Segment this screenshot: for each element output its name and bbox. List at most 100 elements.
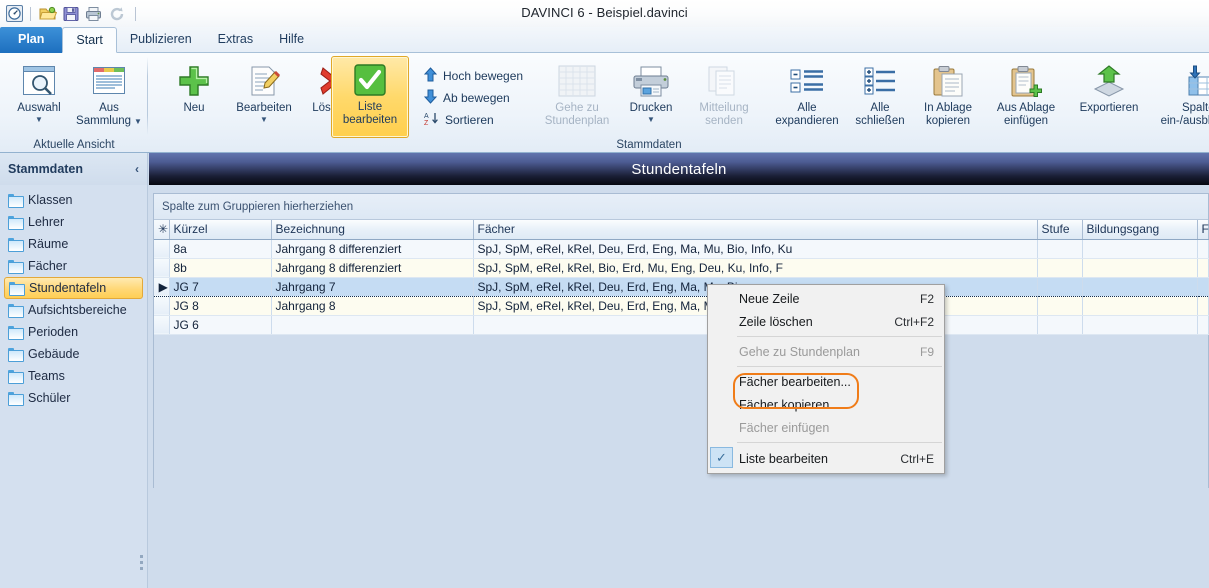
- cell-bezeichnung[interactable]: Jahrgang 7: [271, 276, 474, 297]
- column-header-bildungsgang[interactable]: Bildungsgang: [1082, 220, 1198, 240]
- cell-kuerzel[interactable]: JG 6: [169, 315, 272, 335]
- tab-publizieren[interactable]: Publizieren: [117, 27, 205, 53]
- cell-bildungsgang[interactable]: [1082, 258, 1198, 278]
- ribbon-button-aus-sammlung-label-line1: Aus: [99, 102, 119, 114]
- column-header-f[interactable]: F: [1197, 220, 1209, 240]
- ribbon-button-alle-schliessen[interactable]: Alle schließen: [845, 58, 915, 136]
- tab-start[interactable]: Start: [62, 27, 117, 53]
- tab-hilfe[interactable]: Hilfe: [266, 27, 317, 53]
- ribbon-button-hoch-bewegen[interactable]: Hoch bewegen: [421, 65, 526, 87]
- sidebar-item-gebaeude[interactable]: Gebäude: [4, 343, 143, 365]
- ribbon-button-liste-bearbeiten[interactable]: Liste bearbeiten: [331, 56, 409, 138]
- cell-bezeichnung[interactable]: Jahrgang 8 differenziert: [271, 239, 474, 259]
- ribbon-button-spalten-ein-ausblenden[interactable]: Spalten ein-/ausblenden: [1149, 58, 1209, 136]
- cell-bildungsgang[interactable]: [1082, 276, 1198, 297]
- cell-kuerzel[interactable]: JG 7: [169, 276, 272, 297]
- cell-bezeichnung[interactable]: Jahrgang 8 differenziert: [271, 258, 474, 278]
- context-menu-item-faecher-bearbeiten[interactable]: Fächer bearbeiten...: [708, 370, 944, 393]
- cell-bildungsgang[interactable]: [1082, 239, 1198, 259]
- table-row-selected[interactable]: ▶ JG 7 Jahrgang 7 SpJ, SpM, eRel, kRel, …: [154, 276, 1209, 297]
- cell-f[interactable]: [1197, 276, 1209, 297]
- ribbon-button-neu[interactable]: Neu: [158, 58, 230, 136]
- sidebar-item-label: Klassen: [28, 193, 73, 207]
- column-header-kuerzel[interactable]: Kürzel: [169, 220, 272, 240]
- cell-faecher[interactable]: SpJ, SpM, eRel, kRel, Deu, Erd, Eng, Ma,…: [473, 239, 1038, 259]
- sidebar-item-schueler[interactable]: Schüler: [4, 387, 143, 409]
- table-row[interactable]: JG 6: [154, 315, 1209, 335]
- ribbon-button-gehe-zu-stundenplan: Gehe zu Stundenplan: [534, 58, 620, 136]
- cell-stufe[interactable]: [1037, 315, 1083, 335]
- ribbon-button-ab-bewegen[interactable]: Ab bewegen: [421, 87, 513, 109]
- ribbon-button-auswahl[interactable]: Auswahl ▼: [3, 58, 75, 136]
- column-header-indicator: ✳: [154, 220, 170, 240]
- column-header-bezeichnung[interactable]: Bezeichnung: [271, 220, 474, 240]
- column-header-faecher[interactable]: Fächer: [473, 220, 1038, 240]
- sidebar-item-teams[interactable]: Teams: [4, 365, 143, 387]
- sidebar-item-label: Fächer: [28, 259, 67, 273]
- cell-kuerzel[interactable]: 8a: [169, 239, 272, 259]
- cell-stufe[interactable]: [1037, 258, 1083, 278]
- ribbon-button-mitteilung-senden: Mitteilung senden: [685, 58, 763, 136]
- timetable-grid-icon: [558, 60, 596, 102]
- ribbon-button-exportieren[interactable]: Exportieren: [1069, 58, 1149, 136]
- cell-stufe[interactable]: [1037, 239, 1083, 259]
- sidebar-item-stundentafeln[interactable]: Stundentafeln: [4, 277, 143, 299]
- cell-kuerzel[interactable]: JG 8: [169, 296, 272, 316]
- folder-icon: [8, 194, 24, 208]
- ribbon-button-bearbeiten[interactable]: Bearbeiten ▼: [228, 58, 300, 136]
- table-row[interactable]: 8a Jahrgang 8 differenziert SpJ, SpM, eR…: [154, 239, 1209, 259]
- tab-extras[interactable]: Extras: [205, 27, 266, 53]
- ribbon-button-drucken[interactable]: Drucken ▼: [615, 58, 687, 136]
- columns-icon: [1185, 60, 1209, 102]
- ribbon-button-spalten-label-line1: Spalten: [1181, 102, 1209, 114]
- cell-bezeichnung[interactable]: [271, 315, 474, 335]
- ribbon-button-alle-expandieren[interactable]: Alle expandieren: [764, 58, 850, 136]
- group-by-drop-area[interactable]: Spalte zum Gruppieren hierherziehen: [154, 194, 1208, 220]
- sidebar-item-faecher[interactable]: Fächer: [4, 255, 143, 277]
- cell-f[interactable]: [1197, 258, 1209, 278]
- context-menu-item-liste-bearbeiten[interactable]: ✓ Liste bearbeiten Ctrl+E: [708, 446, 944, 471]
- chevron-down-icon[interactable]: ▼: [647, 116, 655, 124]
- ribbon-button-aus-ablage-einfuegen[interactable]: Aus Ablage einfügen: [985, 58, 1067, 136]
- cell-stufe[interactable]: [1037, 276, 1083, 297]
- plus-icon: [177, 60, 211, 102]
- export-arrow-icon: [1091, 60, 1127, 102]
- context-menu-item-zeile-loeschen[interactable]: Zeile löschen Ctrl+F2: [708, 310, 944, 333]
- chevron-down-icon[interactable]: ▼: [260, 116, 268, 124]
- ribbon-button-aus-sammlung[interactable]: Aus Sammlung ▼: [73, 58, 145, 136]
- chevron-down-icon[interactable]: ▼: [35, 116, 43, 124]
- ribbon-button-bearbeiten-label: Bearbeiten: [236, 102, 292, 114]
- chevron-down-icon[interactable]: ▼: [134, 118, 142, 126]
- sidebar-item-aufsichtsbereiche[interactable]: Aufsichtsbereiche: [4, 299, 143, 321]
- sidebar-item-lehrer[interactable]: Lehrer: [4, 211, 143, 233]
- arrow-down-icon: [423, 89, 438, 107]
- sidebar-item-perioden[interactable]: Perioden: [4, 321, 143, 343]
- context-menu-item-neue-zeile[interactable]: Neue Zeile F2: [708, 287, 944, 310]
- cell-faecher[interactable]: SpJ, SpM, eRel, kRel, Bio, Erd, Mu, Eng,…: [473, 258, 1038, 278]
- column-header-stufe[interactable]: Stufe: [1037, 220, 1083, 240]
- cell-stufe[interactable]: [1037, 296, 1083, 316]
- cell-bildungsgang[interactable]: [1082, 315, 1198, 335]
- sidebar-item-raeume[interactable]: Räume: [4, 233, 143, 255]
- sidebar-splitter-handle[interactable]: [140, 555, 145, 573]
- ribbon-button-sortieren[interactable]: A Z Sortieren: [421, 109, 497, 131]
- cell-f[interactable]: [1197, 239, 1209, 259]
- table-row[interactable]: JG 8 Jahrgang 8 SpJ, SpM, eRel, kRel, De…: [154, 296, 1209, 316]
- cell-bildungsgang[interactable]: [1082, 296, 1198, 316]
- chevron-left-icon[interactable]: ‹: [135, 162, 139, 176]
- table-row[interactable]: 8b Jahrgang 8 differenziert SpJ, SpM, eR…: [154, 258, 1209, 278]
- tab-plan[interactable]: Plan: [0, 27, 63, 53]
- ribbon-button-in-ablage-kopieren[interactable]: In Ablage kopieren: [912, 58, 984, 136]
- cell-f[interactable]: [1197, 315, 1209, 335]
- context-menu-item-label: Fächer bearbeiten...: [739, 374, 851, 389]
- folder-icon: [8, 370, 24, 384]
- stundentafeln-table: ✳ Kürzel Bezeichnung Fächer Stufe Bildun…: [154, 220, 1209, 335]
- context-menu-separator: [737, 442, 942, 443]
- cell-f[interactable]: [1197, 296, 1209, 316]
- ribbon-button-mitteilung-senden-label-line2: senden: [705, 115, 743, 128]
- sidebar-item-klassen[interactable]: Klassen: [4, 189, 143, 211]
- main-body: Stammdaten ‹ Klassen Lehrer Räume Fächer…: [0, 153, 1209, 588]
- cell-bezeichnung[interactable]: Jahrgang 8: [271, 296, 474, 316]
- context-menu-item-faecher-kopieren[interactable]: Fächer kopieren: [708, 393, 944, 416]
- cell-kuerzel[interactable]: 8b: [169, 258, 272, 278]
